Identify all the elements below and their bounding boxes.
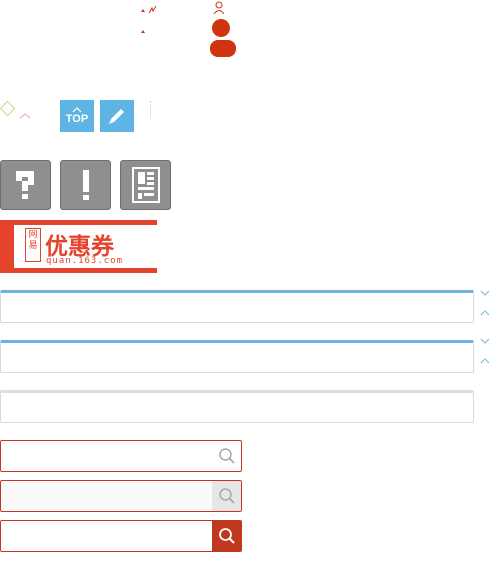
- diamond-icon: [0, 100, 16, 117]
- red-pill-badge: [210, 40, 236, 57]
- small-triangle-icon: [141, 9, 145, 12]
- search-input-1[interactable]: [0, 440, 242, 472]
- exclamation-icon: [82, 170, 89, 200]
- red-badge-icon: [212, 19, 230, 37]
- search-icon: [218, 488, 235, 504]
- search-icon: [218, 448, 235, 464]
- coupon-logo: 网易 优惠券 quan.163.com: [14, 225, 157, 268]
- chevron-up-icon: [19, 107, 31, 119]
- alert-button[interactable]: [60, 160, 111, 210]
- user-outline-icon: [213, 1, 225, 15]
- coupon-tag: 网易: [25, 228, 41, 262]
- search-input-2[interactable]: [0, 480, 242, 512]
- divider: [150, 101, 151, 117]
- survey-icon: [131, 167, 160, 203]
- text-box-1[interactable]: [0, 290, 474, 323]
- edit-button[interactable]: [100, 100, 134, 132]
- search-button[interactable]: [212, 441, 241, 471]
- help-button[interactable]: [0, 160, 51, 210]
- chevron-up-icon[interactable]: [480, 358, 490, 364]
- search-button[interactable]: [212, 521, 241, 551]
- search-icon: [218, 528, 235, 544]
- chevron-up-icon[interactable]: [480, 310, 490, 316]
- coupon-url: quan.163.com: [46, 256, 124, 266]
- top-label: TOP: [65, 113, 89, 125]
- small-triangle-icon: [141, 30, 145, 33]
- coupon-banner[interactable]: 网易 优惠券 quan.163.com: [0, 220, 157, 273]
- text-box-2[interactable]: [0, 340, 474, 373]
- search-button[interactable]: [212, 481, 241, 511]
- back-to-top-button[interactable]: TOP: [60, 100, 94, 132]
- pencil-icon: [109, 109, 124, 124]
- chevron-down-icon[interactable]: [480, 290, 490, 296]
- search-input-3[interactable]: [0, 520, 242, 552]
- survey-button[interactable]: [120, 160, 171, 210]
- text-box-3[interactable]: [0, 390, 474, 423]
- red-sparkle-icon: [147, 2, 159, 14]
- chevron-down-icon[interactable]: [480, 338, 490, 344]
- question-icon: [15, 171, 34, 199]
